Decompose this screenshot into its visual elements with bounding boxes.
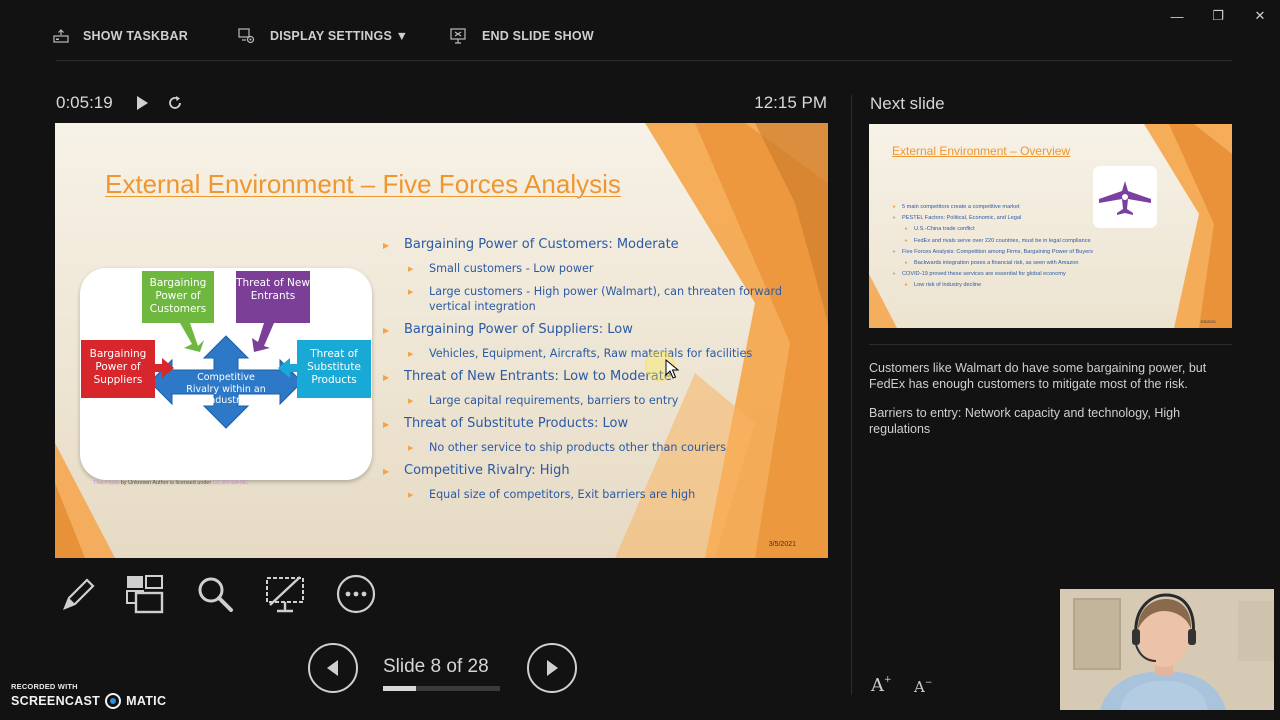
black-screen-icon (266, 576, 304, 613)
next-bullet: 5 main competitors create a competitive … (893, 202, 1143, 213)
pen-icon (63, 578, 95, 610)
speaker-notes[interactable]: Customers like Walmart do have some barg… (869, 361, 1229, 451)
photo-credit-text: by Unknown Author is licensed under (119, 480, 213, 486)
next-bullet: PESTEL Factors: Political, Economic, and… (893, 213, 1143, 224)
end-slide-show-button[interactable]: END SLIDE SHOW (450, 24, 594, 48)
minimize-button[interactable]: — (1163, 6, 1191, 26)
show-taskbar-button[interactable]: SHOW TASKBAR (53, 24, 188, 48)
next-slide-bullets: 5 main competitors create a competitive … (893, 202, 1143, 292)
display-settings-button[interactable]: DISPLAY SETTINGS ▼ (238, 24, 408, 48)
license-link[interactable]: CC BY-SA-NC (213, 480, 248, 486)
notes-paragraph: Barriers to entry: Network capacity and … (869, 406, 1181, 436)
sub-bullet: Small customers - Low power (408, 261, 803, 277)
next-slide-preview[interactable]: External Environment – Overview 5 main c… (869, 124, 1232, 328)
next-arrow-icon (547, 660, 558, 676)
record-dot-icon (105, 693, 122, 709)
sub-bullet: No other service to ship products other … (408, 440, 803, 456)
see-all-slides-button[interactable] (123, 572, 167, 616)
next-sub-bullet: Backwards integration poses a financial … (893, 258, 1143, 269)
next-slide-button[interactable] (527, 643, 577, 693)
bullet-rivalry: Competitive Rivalry: High (383, 463, 803, 480)
resume-timer-icon[interactable] (134, 94, 152, 112)
next-bullet: COVID-19 proved these services are essen… (893, 269, 1143, 280)
panel-divider (851, 95, 852, 695)
next-bullet: Five Forces Analysis: Competition among … (893, 247, 1143, 258)
show-taskbar-label: SHOW TASKBAR (83, 29, 188, 43)
bullet-new-entrants: Threat of New Entrants: Low to Moderate (383, 369, 803, 386)
new-entrants-label: Threat of New Entrants (236, 277, 310, 302)
more-options-icon (336, 574, 376, 614)
increase-text-size-button[interactable]: A+ (871, 675, 892, 696)
presenter-view: SHOW TASKBAR DISPLAY SETTINGS ▼ END SLID… (0, 0, 1280, 720)
restore-button[interactable]: ❐ (1204, 6, 1232, 26)
minimize-icon: — (1170, 8, 1184, 24)
mouse-cursor-icon (665, 359, 679, 379)
decrease-font-icon: A (914, 678, 925, 696)
increase-font-icon: A (871, 675, 884, 696)
slide-date: 3/5/2021 (768, 541, 796, 548)
end-slideshow-icon (450, 28, 466, 44)
screencast-matic-logo: SCREENCAST MATIC (11, 693, 166, 709)
magnifier-icon (198, 577, 233, 612)
substitutes-label: Threat of Substitute Products (307, 348, 361, 386)
black-screen-button[interactable] (263, 572, 307, 616)
brand-right-text: MATIC (126, 694, 167, 708)
customers-label: Bargaining Power of Customers (149, 277, 207, 315)
bullet-customers: Bargaining Power of Customers: Moderate (383, 237, 803, 254)
sub-bullet: Equal size of competitors, Exit barriers… (408, 487, 803, 503)
restart-timer-icon[interactable] (166, 94, 184, 112)
previous-slide-button[interactable] (308, 643, 358, 693)
next-slide-title: External Environment – Overview (892, 144, 1071, 158)
pen-tool-button[interactable] (55, 572, 99, 616)
rivalry-label: Competitive Rivalry within an Industry (186, 372, 266, 406)
sub-bullet: Large customers - High power (Walmart), … (408, 284, 803, 314)
next-slide-label: Next slide (870, 94, 945, 113)
five-forces-diagram: Bargaining Power of Customers Threat of … (80, 268, 372, 480)
photo-credit-link[interactable]: This Photo (93, 480, 119, 486)
customers-arrow (180, 323, 204, 352)
slide-bullets: Bargaining Power of Customers: Moderate … (383, 237, 803, 510)
notes-paragraph: Customers like Walmart do have some barg… (869, 361, 1207, 391)
taskbar-icon (53, 29, 69, 43)
suppliers-label: Bargaining Power of Suppliers (89, 348, 147, 386)
previous-arrow-icon (327, 660, 338, 676)
decrease-text-size-button[interactable]: A− (914, 678, 932, 696)
elapsed-timer: 0:05:19 (56, 93, 113, 112)
bullet-suppliers: Bargaining Power of Suppliers: Low (383, 322, 803, 339)
zoom-button[interactable] (193, 572, 237, 616)
more-options-button[interactable] (334, 572, 378, 616)
bullet-substitutes: Threat of Substitute Products: Low (383, 416, 803, 433)
sub-bullet: Vehicles, Equipment, Aircrafts, Raw mate… (408, 346, 803, 362)
current-slide[interactable]: External Environment – Five Forces Analy… (55, 123, 828, 558)
next-sub-bullet: Low risk of industry decline (893, 280, 1143, 291)
recorded-with-label: RECORDED WITH (11, 682, 78, 691)
next-slide-date: 3/5/2021 (1200, 319, 1216, 324)
next-sub-bullet: U.S.-China trade conflict (893, 224, 1143, 235)
presenter-toolbar: SHOW TASKBAR DISPLAY SETTINGS ▼ END SLID… (0, 0, 1280, 60)
close-icon: ✕ (1254, 8, 1266, 23)
current-time: 12:15 PM (754, 93, 827, 112)
close-button[interactable]: ✕ (1246, 6, 1274, 26)
webcam-overlay (1060, 589, 1274, 710)
slide-title: External Environment – Five Forces Analy… (105, 169, 621, 199)
toolbar-divider (56, 60, 1232, 61)
sub-bullet: Large capital requirements, barriers to … (408, 393, 803, 409)
brand-left-text: SCREENCAST (11, 694, 101, 708)
slide-grid-icon (126, 575, 164, 614)
slide-progress-fill (383, 686, 417, 691)
new-entrants-arrow (252, 323, 274, 352)
restore-icon: ❐ (1212, 8, 1224, 23)
end-slide-show-label: END SLIDE SHOW (482, 29, 594, 43)
display-settings-icon (238, 28, 255, 44)
photo-credit: This Photo by Unknown Author is licensed… (93, 480, 248, 486)
display-settings-label: DISPLAY SETTINGS ▼ (270, 29, 409, 43)
notes-divider (869, 344, 1232, 345)
slide-counter[interactable]: Slide 8 of 28 (383, 656, 489, 678)
next-sub-bullet: FedEx and rivals serve over 220 countrie… (893, 236, 1143, 247)
slide-progress-bar (383, 686, 500, 691)
webcam-person (1060, 589, 1274, 710)
